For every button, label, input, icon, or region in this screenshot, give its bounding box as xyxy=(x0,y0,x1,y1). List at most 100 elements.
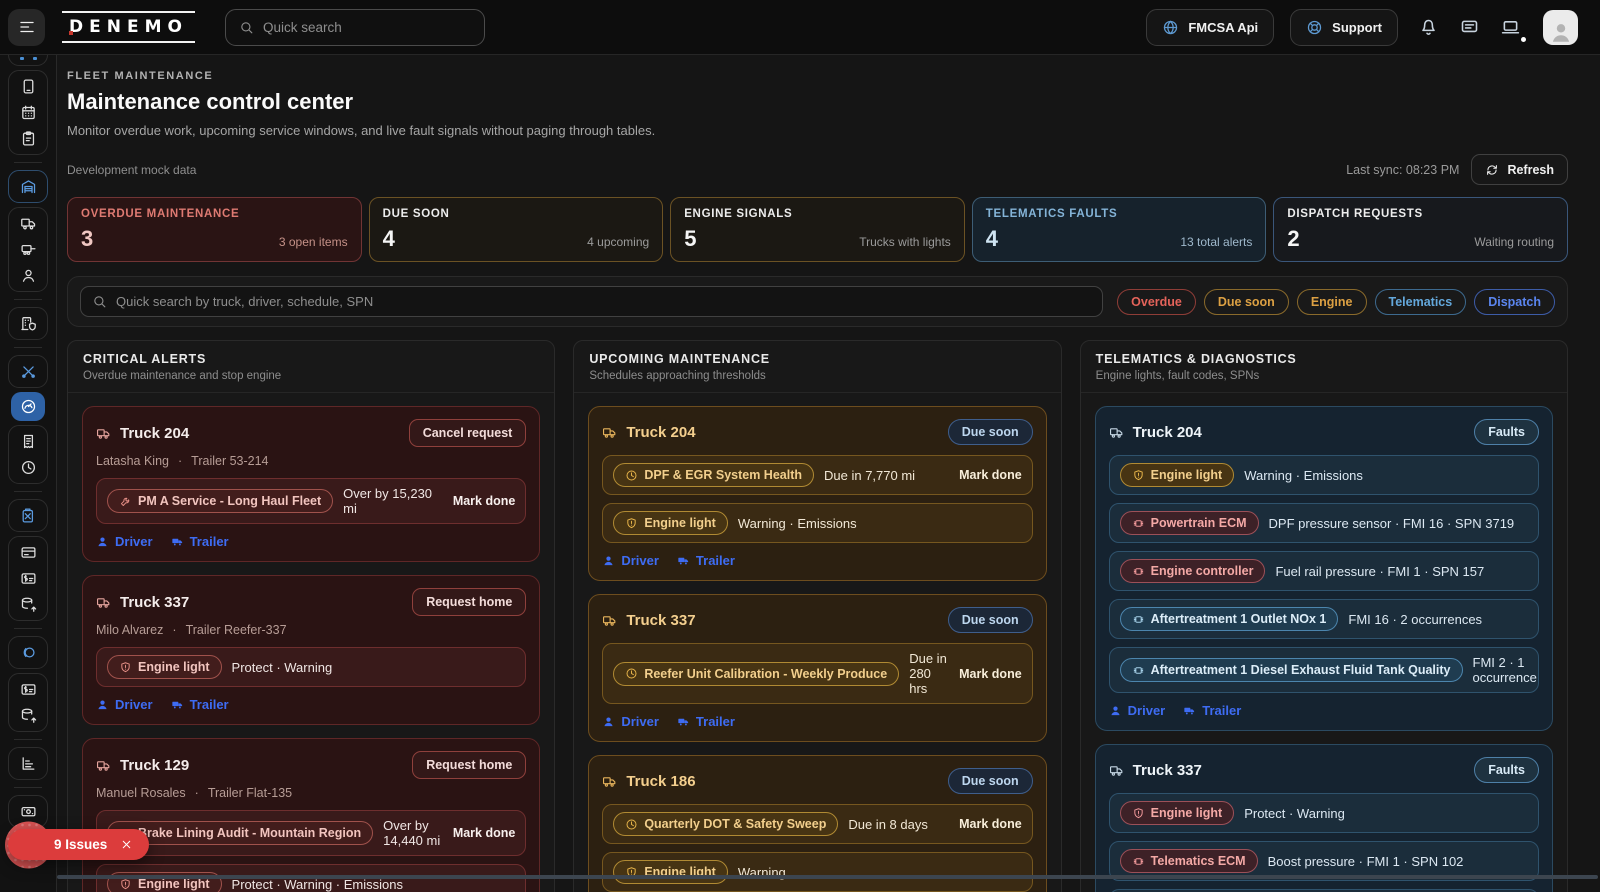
status-pill-label: Quarterly DOT & Safety Sweep xyxy=(644,817,827,831)
sidebar-item-fuel[interactable] xyxy=(11,503,45,528)
sidebar-item-receipt[interactable] xyxy=(11,429,45,454)
sidebar-item-clock[interactable] xyxy=(11,455,45,480)
alert-text: FMI 16 · 2 occurrences xyxy=(1348,611,1483,627)
filter-search-input[interactable]: Quick search by truck, driver, schedule,… xyxy=(80,286,1104,317)
devices-button[interactable] xyxy=(1500,17,1526,42)
link-label: Trailer xyxy=(189,534,229,549)
quick-search-input[interactable]: Quick search xyxy=(224,8,485,46)
mark-done-button[interactable]: Mark done xyxy=(959,817,1022,831)
fmcsa-api-button[interactable]: FMCSA Api xyxy=(1146,8,1275,46)
topbar-actions: FMCSA Api Support xyxy=(1146,8,1578,46)
stat-label: DUE SOON xyxy=(382,208,450,220)
sidebar-item-gauge[interactable] xyxy=(11,392,45,421)
horizontal-scrollbar[interactable] xyxy=(57,875,1598,879)
sidebar-group xyxy=(8,70,48,155)
sidebar-item-invoice[interactable] xyxy=(11,566,45,591)
truck-icon xyxy=(20,215,37,232)
sidebar-item-person[interactable] xyxy=(11,263,45,288)
driver-link[interactable]: Driver xyxy=(1109,703,1165,718)
stat-value: 4 xyxy=(382,226,395,251)
link-label: Trailer xyxy=(695,553,735,568)
card-action-cancel-request[interactable]: Cancel request xyxy=(408,419,527,447)
filter-chip-engine[interactable]: Engine xyxy=(1296,288,1367,315)
globe-icon xyxy=(1162,19,1179,36)
sidebar-item-tablet[interactable] xyxy=(11,74,45,99)
sidebar-item-truck[interactable] xyxy=(11,211,45,236)
telematics-list: Truck 204 Faults Engine light Warning · Emi… xyxy=(1081,393,1567,892)
stat-card-dispatch-requests[interactable]: DISPATCH REQUESTS 2 Waiting routing xyxy=(1273,197,1568,262)
truck-card-header: Truck 129 Request home xyxy=(96,751,527,779)
mark-done-button[interactable]: Mark done xyxy=(453,826,516,840)
sidebar-group xyxy=(8,355,48,388)
sidebar-item-rings[interactable] xyxy=(11,640,45,665)
trailer-link[interactable]: Trailer xyxy=(1183,703,1241,718)
avatar[interactable] xyxy=(1543,9,1578,45)
truck-card-truck-129: Truck 129 Request home Manuel Rosales · Trai… xyxy=(82,738,541,892)
status-badge-faults: Faults xyxy=(1474,757,1539,783)
meta-separator: · xyxy=(172,623,177,637)
page-subtitle: Monitor overdue work, upcoming service w… xyxy=(67,123,656,138)
app-logo[interactable]: DENEMO xyxy=(62,11,195,43)
filter-chip-telematics[interactable]: Telematics xyxy=(1374,288,1467,315)
sidebar-item-invoice[interactable] xyxy=(11,677,45,702)
stat-card-overdue-maintenance[interactable]: OVERDUE MAINTENANCE 3 3 open items xyxy=(67,197,362,262)
filter-chip-overdue[interactable]: Overdue xyxy=(1117,288,1196,315)
status-pill: DPF & EGR System Health xyxy=(613,463,815,487)
trailer-link[interactable]: Trailer xyxy=(171,534,229,549)
sidebar-item-building-shield[interactable] xyxy=(11,311,45,336)
chip-icon xyxy=(1132,855,1145,868)
alert-rows: PM A Service - Long Haul Fleet Over by 15… xyxy=(96,478,527,524)
stat-value: 5 xyxy=(684,226,697,251)
driver-link[interactable]: Driver xyxy=(96,697,153,712)
filter-chip-due-soon[interactable]: Due soon xyxy=(1203,288,1289,315)
sidebar-item-database[interactable] xyxy=(11,592,45,617)
status-pill: Reefer Unit Calibration - Weekly Produce xyxy=(613,661,900,686)
driver-link[interactable]: Driver xyxy=(96,534,153,549)
mark-done-button[interactable]: Mark done xyxy=(959,468,1022,482)
menu-button[interactable] xyxy=(8,8,45,46)
sidebar-item-card[interactable] xyxy=(11,540,45,565)
sidebar-item-garage[interactable] xyxy=(11,174,45,199)
sidebar-item-trailer[interactable] xyxy=(11,237,45,262)
trailer-name: Trailer 53-214 xyxy=(191,454,269,468)
stat-card-engine-signals[interactable]: ENGINE SIGNALS 5 Trucks with lights xyxy=(670,197,965,262)
sidebar-item-clipboard[interactable] xyxy=(11,126,45,151)
sidebar-item-calendar[interactable] xyxy=(11,100,45,125)
filter-chip-dispatch[interactable]: Dispatch xyxy=(1474,288,1555,315)
stat-card-due-soon[interactable]: DUE SOON 4 4 upcoming xyxy=(368,197,664,262)
truck-name: Truck 204 xyxy=(120,424,190,442)
trailer-link[interactable]: Trailer xyxy=(171,697,229,712)
card-action-request-home[interactable]: Request home xyxy=(412,588,527,616)
driver-link[interactable]: Driver xyxy=(602,714,659,729)
truck-name: Truck 204 xyxy=(626,423,696,441)
notifications-button[interactable] xyxy=(1418,17,1439,38)
issues-close-button[interactable] xyxy=(120,838,133,851)
issues-pill[interactable]: 9 Issues xyxy=(8,829,150,860)
mark-done-button[interactable]: Mark done xyxy=(959,667,1022,681)
page-title: Maintenance control center xyxy=(67,89,354,114)
stat-card-telematics-faults[interactable]: TELEMATICS FAULTS 4 13 total alerts xyxy=(971,197,1267,262)
chat-icon xyxy=(1459,17,1480,38)
sidebar-divider xyxy=(14,491,42,492)
messages-button[interactable] xyxy=(1459,17,1480,38)
tools-icon xyxy=(20,363,37,380)
sidebar-item-database[interactable] xyxy=(11,703,45,728)
card-action-request-home[interactable]: Request home xyxy=(412,751,527,779)
filter-search-placeholder: Quick search by truck, driver, schedule,… xyxy=(116,294,374,309)
telematics-panel: TELEMATICS & DIAGNOSTICS Engine lights, … xyxy=(1079,340,1568,892)
refresh-button[interactable]: Refresh xyxy=(1471,154,1568,185)
trailer-link[interactable]: Trailer xyxy=(677,714,735,729)
trailer-link[interactable]: Trailer xyxy=(677,553,735,568)
sidebar-item-tools[interactable] xyxy=(11,359,45,384)
sidebar-group xyxy=(8,207,48,292)
driver-link[interactable]: Driver xyxy=(602,553,659,568)
truck-name: Truck 337 xyxy=(1132,761,1202,779)
chip-icon xyxy=(1132,664,1145,677)
truck-name: Truck 129 xyxy=(120,756,190,774)
sidebar-item-chart[interactable] xyxy=(11,751,45,776)
issues-badge[interactable]: 9 Issues xyxy=(5,821,150,868)
driver-icon xyxy=(602,715,615,728)
mark-done-button[interactable]: Mark done xyxy=(453,494,516,508)
status-badge-faults: Faults xyxy=(1474,419,1539,445)
support-button[interactable]: Support xyxy=(1290,8,1398,46)
